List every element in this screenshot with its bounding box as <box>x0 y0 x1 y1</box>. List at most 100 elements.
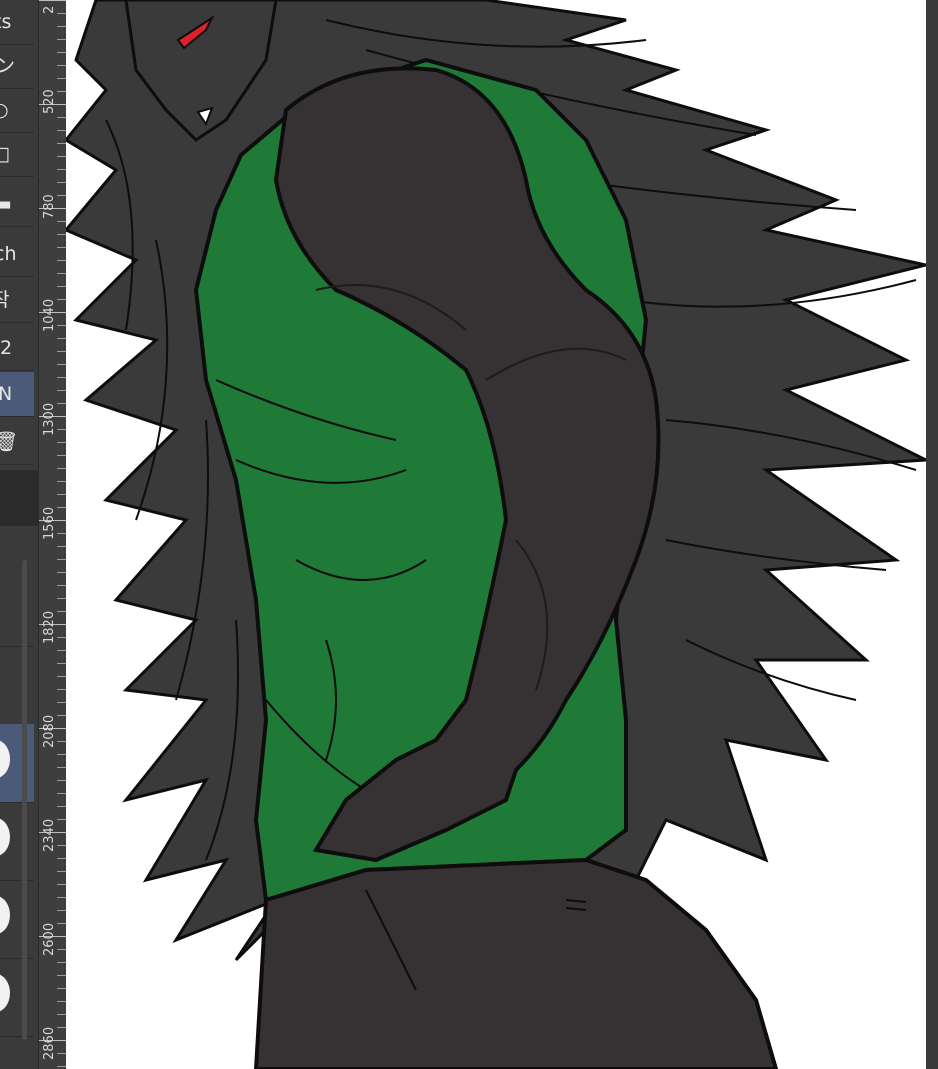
ruler-tick <box>57 234 66 235</box>
ruler-tick <box>57 299 66 300</box>
ruler-tick <box>57 325 66 326</box>
palette-item-letter-active[interactable]: N <box>0 372 34 417</box>
ruler-tick <box>57 1001 66 1002</box>
ruler-tick <box>57 117 66 118</box>
letter-icon: N <box>0 372 12 416</box>
palette-scrollbar[interactable] <box>22 560 27 1040</box>
ruler-tick <box>57 156 66 157</box>
number-icon: 2 <box>0 337 13 359</box>
bar-icon: ▬ <box>0 182 12 226</box>
ruler-tick <box>57 949 66 950</box>
ruler-tick <box>57 468 66 469</box>
ruler-tick <box>57 403 66 404</box>
ruler-tick <box>57 182 66 183</box>
ruler-tick <box>57 884 66 885</box>
ruler-tick <box>57 247 66 248</box>
brush-preset-row[interactable] <box>0 802 34 881</box>
ruler-label: 1300 <box>42 402 57 436</box>
brush-preset-row[interactable] <box>0 646 34 725</box>
ruler-tick <box>57 377 66 378</box>
brush-preset-row[interactable] <box>0 568 34 647</box>
ruler-tick <box>57 442 66 443</box>
brush-tip-icon <box>0 740 10 778</box>
ruler-tick <box>57 845 66 846</box>
ruler-label: 2600 <box>42 922 57 956</box>
ruler-tick <box>57 923 66 924</box>
ruler-tick <box>57 65 66 66</box>
ruler-tick <box>57 572 66 573</box>
ruler-tick <box>57 52 66 53</box>
palette-item-rectangle[interactable]: □ <box>0 132 34 177</box>
ruler-tick <box>57 507 66 508</box>
ruler-tick <box>57 351 66 352</box>
ruler-tick <box>57 858 66 859</box>
ruler-tick <box>57 481 66 482</box>
ruler-tick <box>57 767 66 768</box>
ruler-tick <box>57 1066 66 1067</box>
ruler-tick <box>57 195 66 196</box>
katakana-glyph-icon: ン <box>0 44 15 88</box>
brush-preset-row[interactable] <box>0 880 34 959</box>
canvas-scrollbar[interactable] <box>926 0 938 1069</box>
ruler-tick <box>57 130 66 131</box>
ruler-tick <box>57 39 66 40</box>
ruler-tick <box>57 637 66 638</box>
ruler-label: 1560 <box>42 506 57 540</box>
palette-item-bar[interactable]: ▬ <box>0 182 34 227</box>
ruler-tick <box>57 1014 66 1015</box>
ruler-tick <box>57 390 66 391</box>
palette-item-delete[interactable]: 🗑 <box>0 420 34 465</box>
ruler-tick <box>57 26 66 27</box>
ruler-tick <box>57 819 66 820</box>
ruler-tick <box>57 676 66 677</box>
ruler-tick <box>57 338 66 339</box>
ruler-tick <box>57 143 66 144</box>
palette-item-number[interactable]: 2 <box>0 326 34 371</box>
palette-item-hangul[interactable]: 작 <box>0 278 34 323</box>
palette-item-ellipse[interactable]: ○ <box>0 88 34 133</box>
ruler-tick <box>57 221 66 222</box>
ruler-label: 1820 <box>42 610 57 644</box>
hangul-glyph-icon: 작 <box>0 278 9 322</box>
palette-item-text[interactable]: ts <box>0 0 34 45</box>
ruler-tick <box>57 546 66 547</box>
ruler-tick <box>57 364 66 365</box>
trash-icon: 🗑 <box>0 420 18 464</box>
ruler-tick <box>57 13 66 14</box>
drawing-app-window: ts ン ○ □ ▬ ch 작 2 N 🗑 2 520 780 1040 130… <box>0 0 938 1069</box>
rectangle-icon: □ <box>0 132 10 176</box>
ruler-tick <box>57 611 66 612</box>
ruler-label: 780 <box>42 194 57 219</box>
ruler-tick <box>57 910 66 911</box>
brush-preset-row[interactable] <box>0 958 34 1037</box>
ellipse-icon: ○ <box>0 88 9 132</box>
ruler-tick <box>57 429 66 430</box>
ruler-tick <box>57 689 66 690</box>
ruler-tick <box>57 741 66 742</box>
ruler-tick <box>57 793 66 794</box>
ruler-tick <box>57 650 66 651</box>
text-icon: ts <box>0 11 12 33</box>
ruler-tick <box>57 663 66 664</box>
ruler-tick <box>57 1027 66 1028</box>
ruler-tick <box>57 169 66 170</box>
ruler-tick <box>57 702 66 703</box>
ruler-label: 2 <box>42 5 57 14</box>
brush-tip-icon <box>0 818 10 856</box>
ruler-tick <box>57 897 66 898</box>
brush-tip-icon <box>0 974 10 1012</box>
ruler-tick <box>57 988 66 989</box>
ruler-tick <box>57 715 66 716</box>
drawing-canvas[interactable] <box>66 0 926 1069</box>
ruler-tick <box>57 806 66 807</box>
ruler-label: 2080 <box>42 714 57 748</box>
pants-shape <box>253 857 779 1069</box>
palette-item-ch[interactable]: ch <box>0 232 34 277</box>
ruler-label: 520 <box>42 89 57 114</box>
ruler-tick <box>57 871 66 872</box>
ruler-tick <box>57 559 66 560</box>
palette-item-katakana[interactable]: ン <box>0 44 34 89</box>
tool-palette: ts ン ○ □ ▬ ch 작 2 N 🗑 <box>0 0 38 1069</box>
brush-preset-row-active[interactable] <box>0 724 34 803</box>
ruler-label: 2860 <box>42 1026 57 1060</box>
